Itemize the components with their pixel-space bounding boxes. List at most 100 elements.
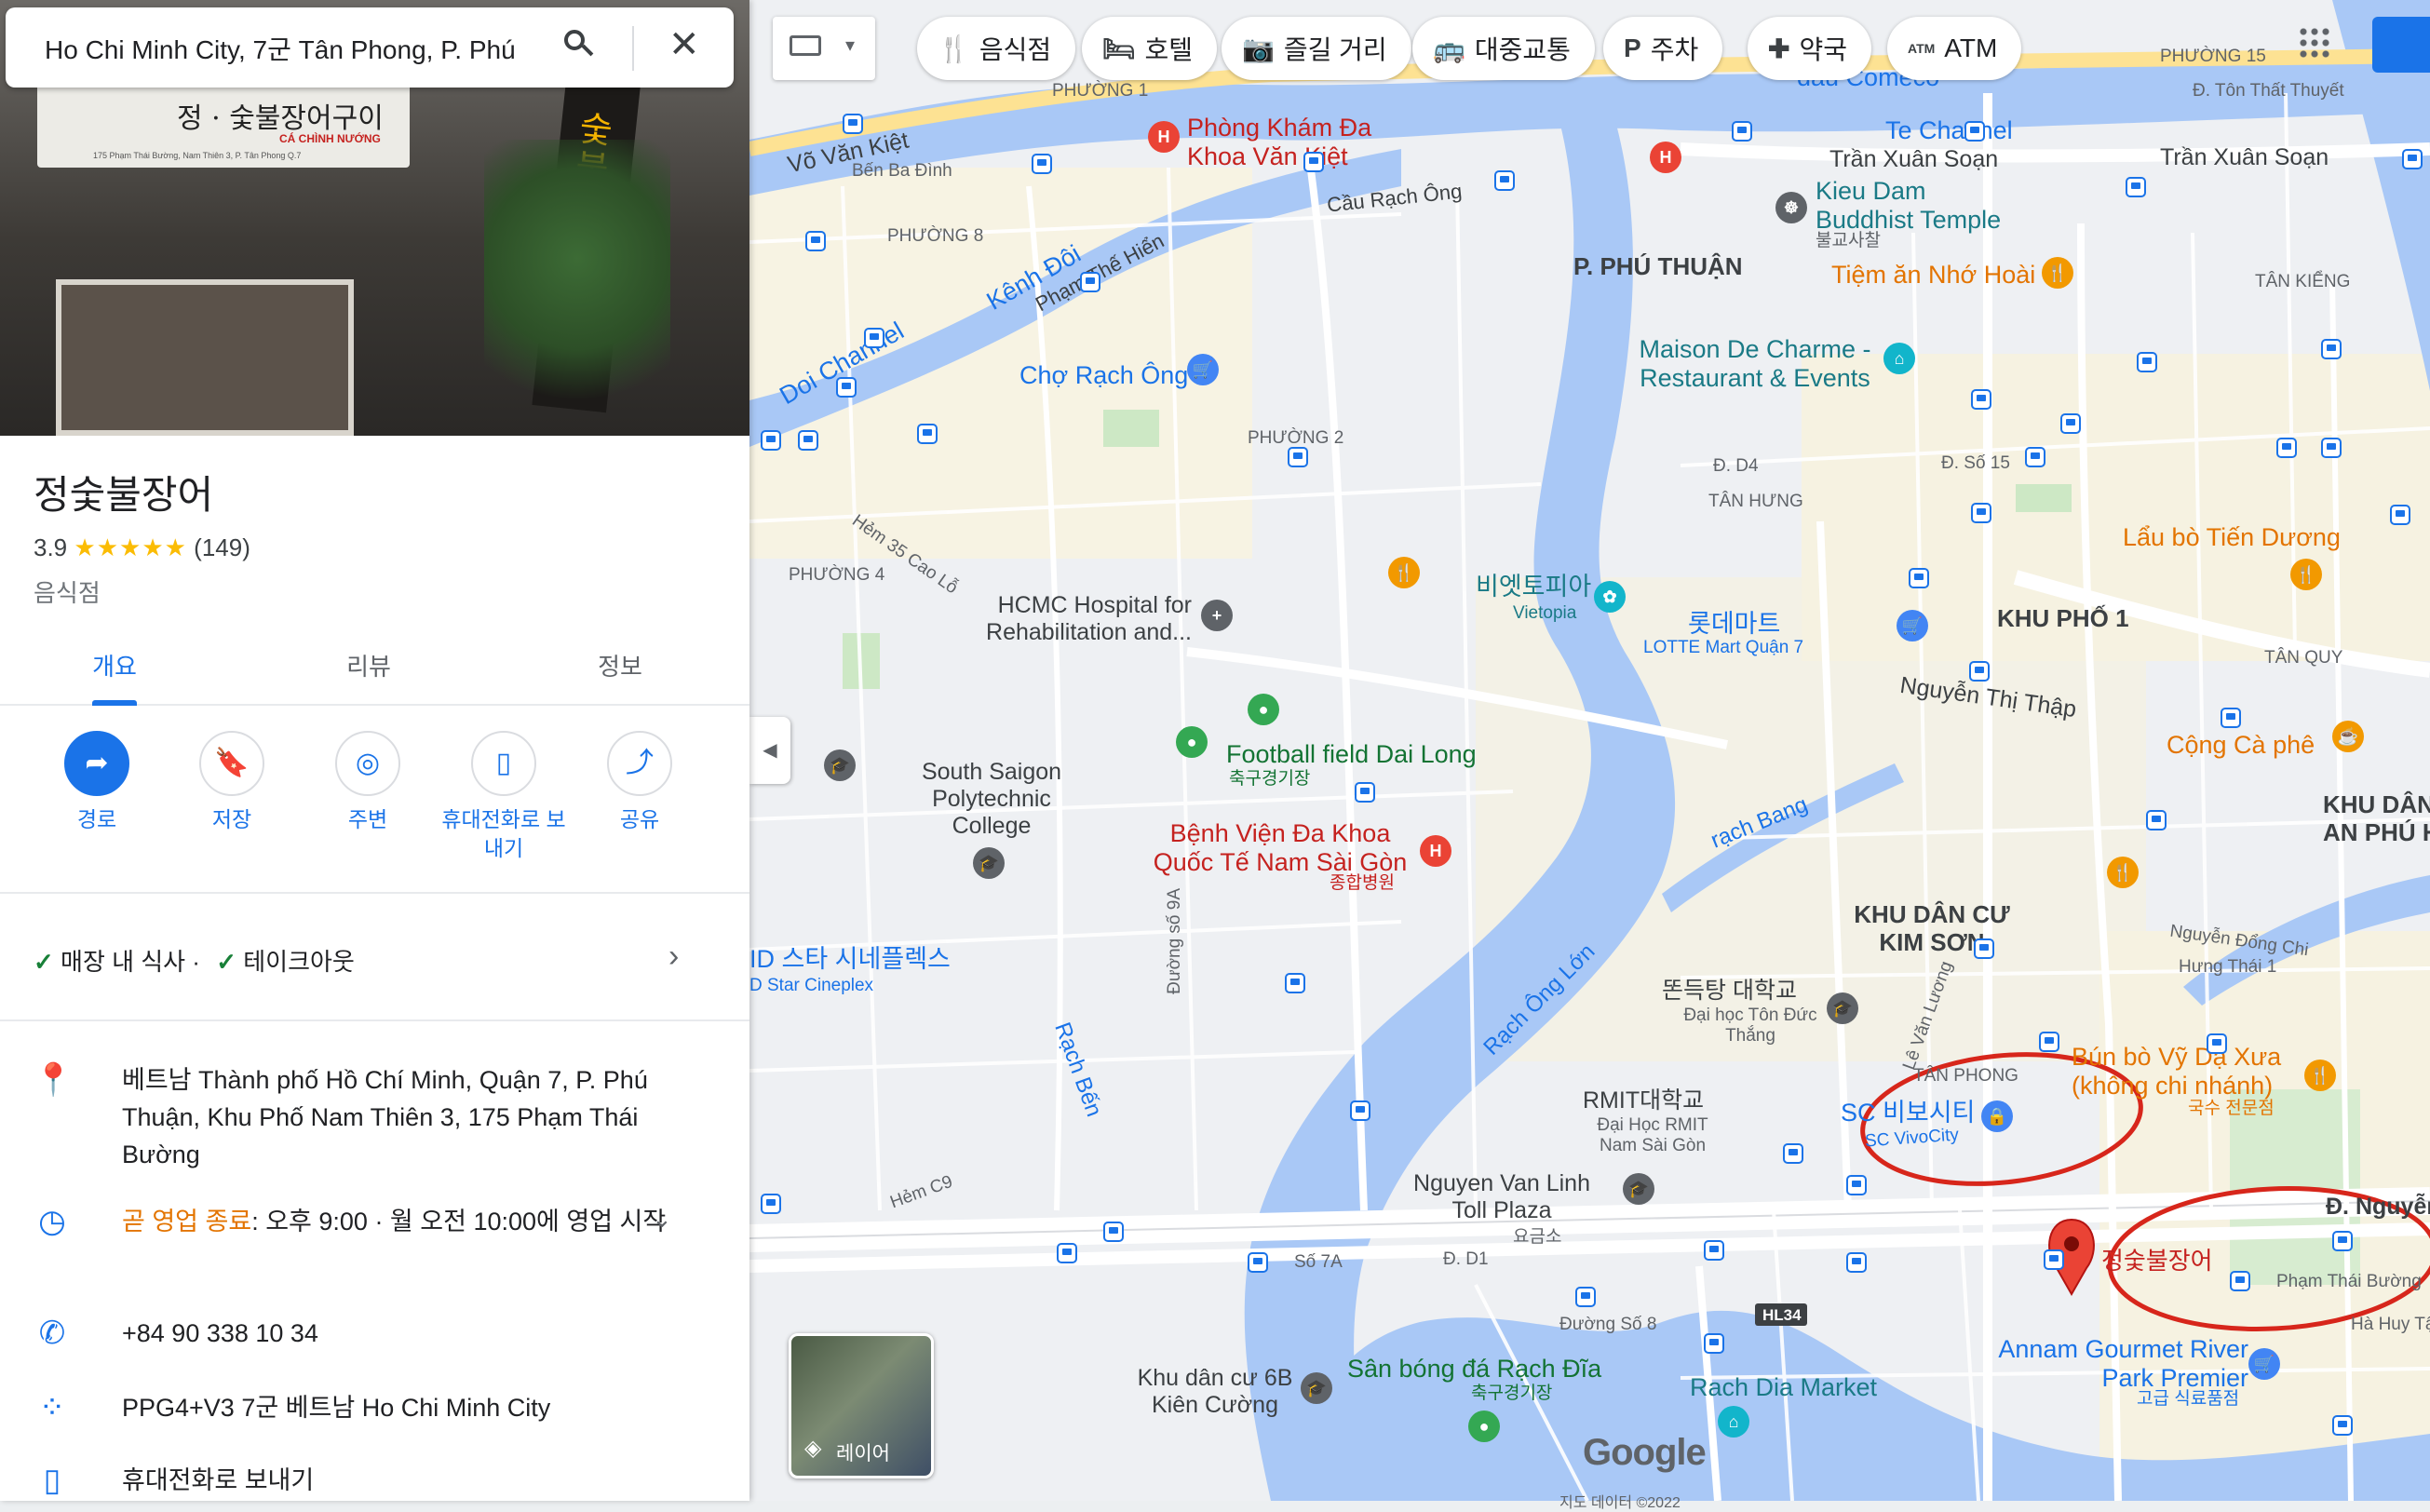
bus-stop-icon[interactable] xyxy=(1057,1243,1077,1263)
cafe-icon[interactable]: ☕ xyxy=(2332,721,2364,752)
bus-stop-icon[interactable] xyxy=(1971,389,1991,410)
chip-things-to-do[interactable]: 📷 즐길 거리 xyxy=(1222,17,1411,80)
bus-stop-icon[interactable] xyxy=(761,430,781,451)
restaurant-icon[interactable]: 🍴 xyxy=(2290,559,2322,590)
bus-stop-icon[interactable] xyxy=(2025,447,2045,467)
medical-icon[interactable]: + xyxy=(1201,600,1233,631)
bus-stop-icon[interactable] xyxy=(2321,438,2342,458)
bus-stop-icon[interactable] xyxy=(1350,1100,1370,1121)
bus-stop-icon[interactable] xyxy=(761,1194,781,1214)
restaurant-icon[interactable]: 🍴 xyxy=(2107,857,2139,888)
toll-icon[interactable]: 🎓 xyxy=(1623,1173,1654,1205)
chevron-down-icon[interactable]: ⌄ xyxy=(652,1205,672,1234)
sports-icon[interactable]: ● xyxy=(1176,726,1208,758)
bus-stop-icon[interactable] xyxy=(2276,438,2297,458)
hospital-icon[interactable]: H xyxy=(1148,121,1180,153)
sports-icon[interactable]: ● xyxy=(1248,694,1279,725)
bus-stop-icon[interactable] xyxy=(2221,708,2241,728)
bus-stop-icon[interactable] xyxy=(1964,121,1985,142)
bus-stop-icon[interactable] xyxy=(1303,152,1324,172)
bus-stop-icon[interactable] xyxy=(2146,810,2167,830)
bus-stop-icon[interactable] xyxy=(798,430,818,451)
tab-reviews[interactable]: 리뷰 xyxy=(294,648,443,682)
chip-transit[interactable]: 🚌 대중교통 xyxy=(1412,17,1595,80)
bus-stop-icon[interactable] xyxy=(1704,1333,1724,1354)
chip-parking[interactable]: P 주차 xyxy=(1603,17,1723,80)
nearby-button[interactable]: ◎ 주변 xyxy=(298,731,438,834)
hospital-icon[interactable]: H xyxy=(1650,142,1681,173)
map-canvas[interactable]: Te Channel Võ Văn Kiệt Bến Ba Đình Phòng… xyxy=(749,0,2430,1511)
bus-stop-icon[interactable] xyxy=(2060,413,2081,434)
bus-stop-icon[interactable] xyxy=(2402,149,2423,169)
search-icon[interactable] xyxy=(564,30,594,58)
market-icon[interactable]: ⌂ xyxy=(1718,1406,1749,1438)
bus-stop-icon[interactable] xyxy=(843,114,863,134)
bus-stop-icon[interactable] xyxy=(2044,1249,2064,1270)
school-icon[interactable]: 🎓 xyxy=(1827,992,1858,1024)
bus-stop-icon[interactable] xyxy=(2207,1033,2227,1054)
login-button[interactable] xyxy=(2372,17,2430,73)
bus-stop-icon[interactable] xyxy=(1248,1252,1268,1273)
bus-stop-icon[interactable] xyxy=(1732,121,1752,142)
collapse-panel-button[interactable]: ◀ xyxy=(749,717,790,784)
keyboard-button[interactable]: ▾ xyxy=(773,17,875,80)
bus-stop-icon[interactable] xyxy=(1288,447,1308,467)
temple-icon[interactable]: ☸ xyxy=(1775,192,1807,223)
chip-hotels[interactable]: 🛏 호텔 xyxy=(1082,17,1218,80)
save-button[interactable]: 🔖 저장 xyxy=(162,731,302,834)
restaurant-icon[interactable]: 🍴 xyxy=(1388,557,1420,588)
layers-button[interactable]: ◈ 레이어 xyxy=(789,1333,934,1478)
restaurant-icon[interactable]: 🍴 xyxy=(2304,1060,2336,1091)
apps-grid-icon[interactable] xyxy=(2298,26,2331,60)
event-venue-icon[interactable]: ⌂ xyxy=(1883,343,1915,374)
restaurant-icon[interactable]: 🍴 xyxy=(2042,257,2073,289)
shopping-icon[interactable]: 🛒 xyxy=(2248,1348,2280,1380)
chip-restaurants[interactable]: 🍴 음식점 xyxy=(917,17,1076,80)
bus-stop-icon[interactable] xyxy=(1846,1252,1867,1273)
school-icon[interactable]: 🎓 xyxy=(824,749,856,781)
hospital-icon[interactable]: H xyxy=(1420,835,1451,867)
bus-stop-icon[interactable] xyxy=(805,231,826,251)
bus-stop-icon[interactable] xyxy=(1285,973,1305,993)
bus-stop-icon[interactable] xyxy=(1355,782,1375,803)
bus-stop-icon[interactable] xyxy=(1103,1222,1124,1242)
share-button[interactable]: ⤴ 공유 xyxy=(570,731,709,834)
tab-overview[interactable]: 개요 xyxy=(40,648,189,706)
directions-button[interactable]: ➦ 경로 xyxy=(27,731,167,834)
bus-stop-icon[interactable] xyxy=(1909,568,1929,588)
bus-stop-icon[interactable] xyxy=(1783,1143,1803,1164)
bus-stop-icon[interactable] xyxy=(1846,1175,1867,1195)
tab-about[interactable]: 정보 xyxy=(546,648,695,682)
chevron-right-icon[interactable]: › xyxy=(668,938,679,975)
bus-stop-icon[interactable] xyxy=(1032,154,1052,174)
bus-stop-icon[interactable] xyxy=(2126,177,2146,197)
bus-stop-icon[interactable] xyxy=(1080,272,1100,292)
school-icon[interactable]: 🎓 xyxy=(1301,1372,1332,1404)
shopping-icon[interactable]: 🛒 xyxy=(1897,610,1928,641)
bus-stop-icon[interactable] xyxy=(917,424,938,444)
search-box[interactable]: ✕ xyxy=(6,7,734,88)
bus-stop-icon[interactable] xyxy=(2332,1415,2353,1436)
bus-stop-icon[interactable] xyxy=(1974,938,1994,959)
bus-stop-icon[interactable] xyxy=(1494,170,1515,191)
chip-pharmacy[interactable]: ✚ 약국 xyxy=(1748,17,1871,80)
bus-stop-icon[interactable] xyxy=(1971,503,1991,523)
school-icon[interactable]: 🎓 xyxy=(973,847,1005,879)
search-input[interactable] xyxy=(43,28,521,69)
bus-stop-icon[interactable] xyxy=(1704,1240,1724,1261)
send-to-phone-button[interactable]: ▯ 휴대전화로 보내기 xyxy=(434,731,574,863)
bus-stop-icon[interactable] xyxy=(2230,1271,2250,1291)
bus-stop-icon[interactable] xyxy=(2039,1032,2059,1052)
bus-stop-icon[interactable] xyxy=(1575,1287,1596,1307)
shopping-icon[interactable]: 🔒 xyxy=(1981,1100,2013,1132)
place-category[interactable]: 음식점 xyxy=(34,574,101,609)
bus-stop-icon[interactable] xyxy=(1969,661,1990,682)
shopping-icon[interactable]: 🛒 xyxy=(1187,354,1219,385)
bus-stop-icon[interactable] xyxy=(864,328,884,348)
map-label-selected-pin[interactable]: 정숯불장어 xyxy=(2101,1247,2213,1276)
close-icon[interactable]: ✕ xyxy=(668,26,700,63)
bus-stop-icon[interactable] xyxy=(2321,339,2342,359)
service-options[interactable]: ✓ 매장 내 식사 · ✓ 테이크아웃 xyxy=(34,943,355,978)
bus-stop-icon[interactable] xyxy=(2332,1231,2353,1251)
bus-stop-icon[interactable] xyxy=(2137,352,2157,372)
